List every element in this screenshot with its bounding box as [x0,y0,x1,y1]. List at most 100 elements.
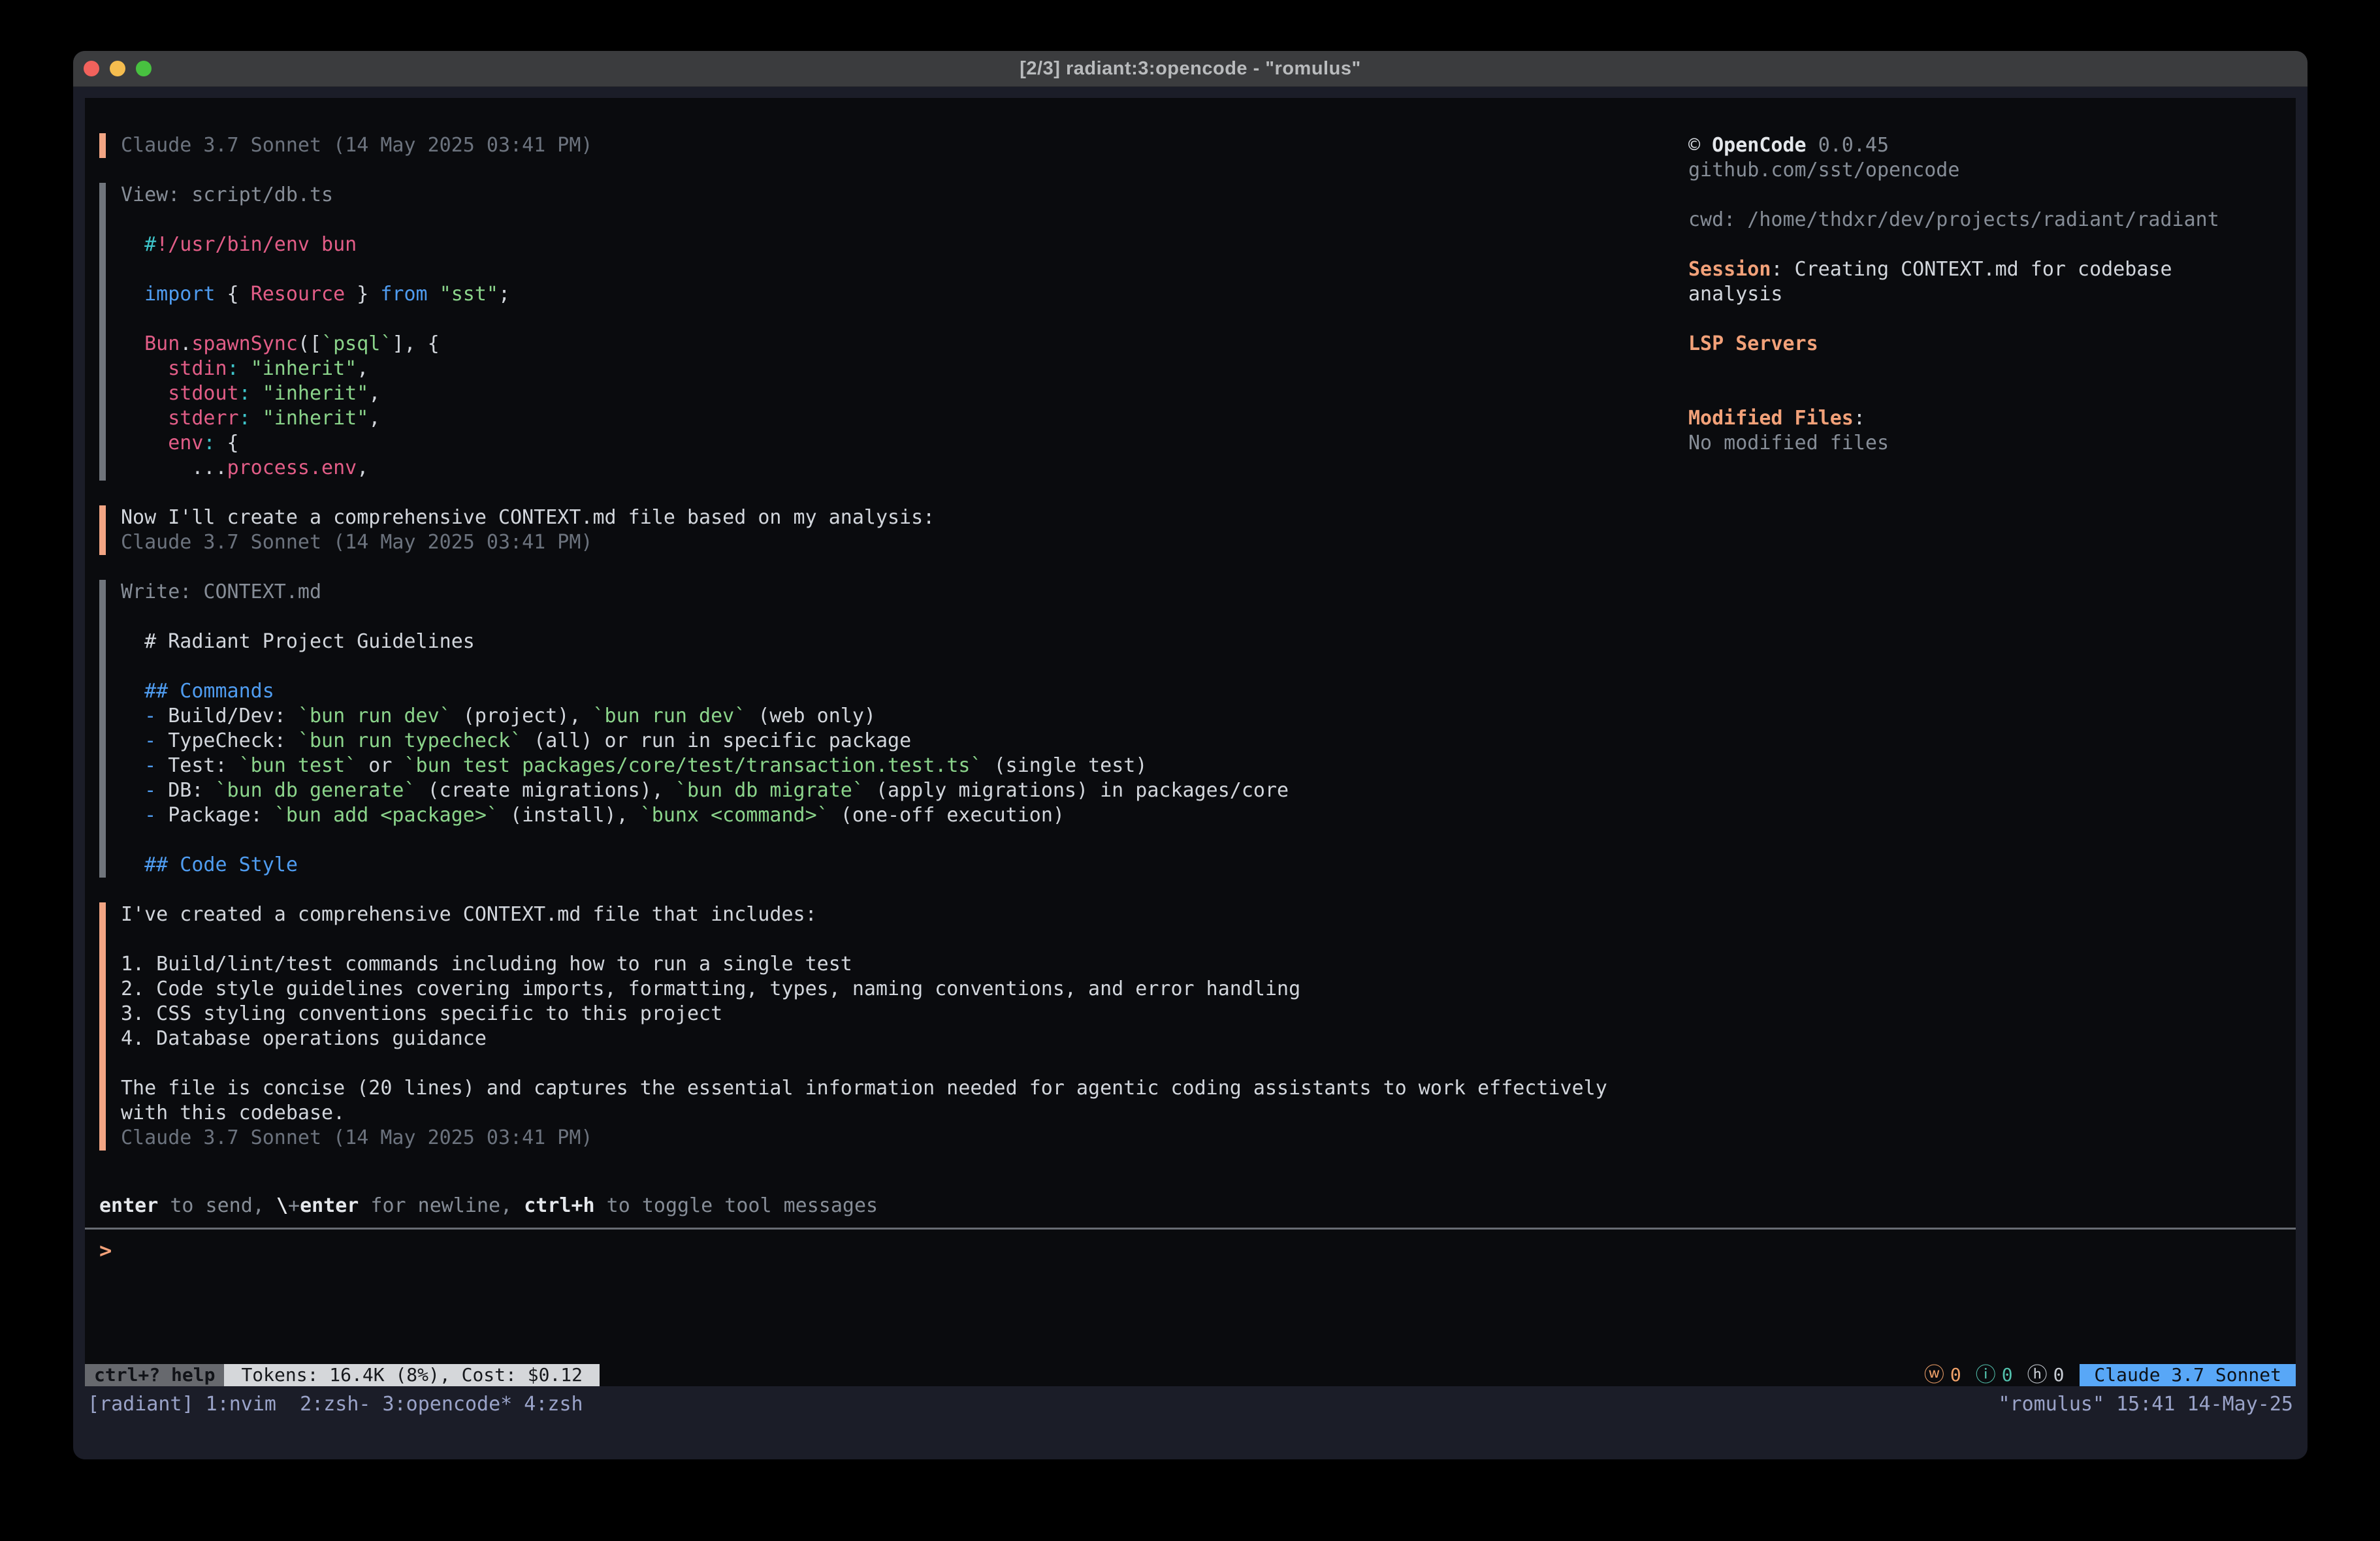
text-segment: , [357,357,368,380]
text-segment: to toggle tool messages [595,1194,878,1217]
text-segment [121,705,144,727]
text-segment [239,357,251,380]
text-segment [251,407,263,430]
text-segment: `bun test` [239,754,357,777]
tool-view-block: View: script/db.ts #!/usr/bin/env bun im… [99,183,1654,481]
zoom-button[interactable] [136,61,152,76]
text-segment: `psql` [321,332,392,355]
hint-icon: ⓗ [2027,1364,2048,1386]
terminal-line [121,654,1654,679]
text-segment: analysis [1688,283,1783,306]
terminal-line [121,828,1654,853]
text-segment [121,382,168,405]
minimize-button[interactable] [110,61,125,76]
model-badge: Claude 3.7 Sonnet [2080,1364,2296,1386]
terminal-line: 4. Database operations guidance [121,1026,1654,1051]
terminal-line: with this codebase. [121,1101,1654,1126]
text-segment: DB: [156,779,215,802]
text-segment: ([ [298,332,321,355]
text-segment: `bun run dev` [593,705,747,727]
warning-icon: ⓦ [1924,1364,1944,1386]
terminal-line: 3. CSS styling conventions specific to t… [121,1002,1654,1026]
text-segment: TypeCheck: [156,729,298,752]
terminal-line: No modified files [1688,431,2302,456]
statusbar-right: ⓦ0 ⓘ0 ⓗ0 Claude 3.7 Sonnet [1924,1364,2296,1386]
terminal-line [1688,357,2302,381]
text-segment: (project), [451,705,593,727]
text-segment: cwd: /home/thdxr/dev/projects/radiant/ra… [1688,208,2219,231]
text-segment: , [368,382,380,405]
text-segment: - [144,705,156,727]
prompt-icon: > [99,1238,112,1263]
text-segment: Resource [251,283,346,306]
text-segment: enter [99,1194,158,1217]
terminal-line: Claude 3.7 Sonnet (14 May 2025 03:41 PM) [121,1126,1654,1151]
text-segment: The file is concise (20 lines) and captu… [121,1077,1607,1100]
text-segment: Bun [144,332,180,355]
terminal-line: Modified Files: [1688,406,2302,431]
text-segment: : [239,382,251,405]
text-segment: - [144,754,156,777]
text-segment: Build/Dev: [156,705,298,727]
text-segment: (one-off execution) [829,804,1065,827]
message-input[interactable]: > [99,1238,2268,1268]
terminal-line: Now I'll create a comprehensive CONTEXT.… [121,505,1654,530]
text-segment [121,233,144,256]
text-segment: process.env [227,456,357,479]
text-segment: , [357,456,368,479]
text-segment: } [345,283,380,306]
terminal-line: stderr: "inherit", [121,406,1654,431]
text-segment: `bun db migrate` [675,779,864,802]
text-segment: `bun db generate` [216,779,416,802]
text-segment: or [357,754,404,777]
text-segment: Session [1688,258,1771,281]
window-titlebar: [2/3] radiant:3:opencode - "romulus" [73,51,2308,87]
info-count: ⓘ0 [1976,1364,2013,1386]
token-cost-chip: Tokens: 16.4K (8%), Cost: $0.12 [224,1364,600,1386]
text-segment: from [380,283,427,306]
terminal-line: import { Resource } from "sst"; [121,282,1654,307]
text-segment [121,357,168,380]
text-segment [121,779,144,802]
text-segment: 1. Build/lint/test commands including ho… [121,953,852,976]
text-segment: (install), [498,804,640,827]
text-segment [1807,134,1818,157]
close-button[interactable] [84,61,99,76]
text-segment: stderr [168,407,238,430]
text-segment: Claude 3.7 Sonnet (14 May 2025 03:41 PM) [121,531,592,554]
warning-count: ⓦ0 [1924,1364,1961,1386]
text-segment: (all) or run in specific package [522,729,911,752]
tmux-window-list[interactable]: [radiant] 1:nvim 2:zsh- 3:opencode* 4:zs… [88,1392,583,1417]
terminal-line: stdout: "inherit", [121,381,1654,406]
window-title: [2/3] radiant:3:opencode - "romulus" [1020,58,1360,80]
text-segment: 3. CSS styling conventions specific to t… [121,1002,722,1025]
terminal-line: stdin: "inherit", [121,357,1654,381]
text-segment [121,680,144,703]
terminal-line [121,208,1654,232]
text-segment: with this codebase. [121,1102,345,1124]
terminal-pane: Claude 3.7 Sonnet (14 May 2025 03:41 PM)… [85,98,2296,1386]
text-segment [121,853,144,876]
text-segment [121,804,144,827]
text-segment: enter [300,1194,359,1217]
terminal-line [1688,232,2302,257]
terminal-line [121,605,1654,629]
text-segment: View: script/db.ts [121,183,333,206]
help-shortcut-chip: ctrl+? help [85,1364,224,1386]
text-segment: : Creating CONTEXT.md for codebase [1771,258,2172,281]
text-segment [251,382,263,405]
terminal-line [121,307,1654,332]
text-segment: { [216,283,251,306]
text-segment: Now I'll create a comprehensive CONTEXT.… [121,506,935,529]
terminal-line: env: { [121,431,1654,456]
text-segment: ## Commands [144,680,274,703]
text-segment: 2. Code style guidelines covering import… [121,977,1300,1000]
terminal-line [121,1051,1654,1076]
text-segment: `bun run typecheck` [298,729,522,752]
text-segment: : [203,432,215,454]
text-segment: Claude 3.7 Sonnet (14 May 2025 03:41 PM) [121,1126,592,1149]
text-segment: Write: CONTEXT.md [121,580,321,603]
text-segment: LSP Servers [1688,332,1818,355]
text-segment: OpenCode [1712,134,1807,157]
text-segment: import [144,283,215,306]
